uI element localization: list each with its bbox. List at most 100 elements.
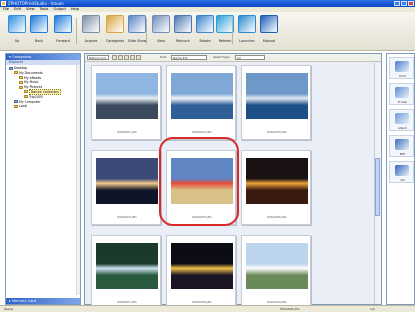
status-middle: IMG0005.JPG: [280, 307, 300, 311]
photo-thumbnail[interactable]: IMG0009.JPG: [241, 235, 311, 310]
photo-filename: IMG0007.JPG: [117, 300, 137, 304]
output-cd-button[interactable]: CD: [389, 161, 414, 183]
sort-select[interactable]: Name Ext: [171, 55, 207, 60]
photo-thumbnail[interactable]: IMG0007.JPG: [91, 235, 161, 310]
output-label: Album: [398, 126, 407, 130]
forward-button[interactable]: Forward: [52, 14, 74, 48]
rotate-button[interactable]: Rotate: [194, 14, 216, 48]
view-label: View: [156, 39, 166, 43]
folder-icon: [19, 85, 23, 89]
output-album-button[interactable]: Album: [389, 109, 414, 131]
output-email-button[interactable]: E-mail: [389, 83, 414, 105]
tree-item-label: Local: [19, 104, 28, 109]
view-medium-icon[interactable]: [118, 55, 123, 60]
launcher-icon: [238, 15, 256, 33]
photo-filename: IMG0001.JPG: [117, 130, 137, 134]
output-label: CD: [400, 178, 405, 182]
folder-icon: [14, 71, 18, 75]
photo-image: [246, 73, 308, 119]
photo-image: [171, 73, 233, 119]
tree-item-label: Desktop: [14, 66, 28, 70]
folder-field[interactable]: Nature Coll.: [87, 55, 109, 60]
acquire-label: Acquire: [84, 39, 98, 43]
categories-panel: ▾ Categories Explorer Desktop My Document…: [5, 53, 81, 305]
email-icon: [395, 87, 409, 98]
photo-thumbnail[interactable]: IMG0006.JPG: [241, 150, 311, 225]
tree-item-label: My Computer: [19, 99, 41, 104]
up-button[interactable]: Up: [6, 14, 28, 48]
title-bar: ZPHOTOPrintStudio - Intuon: [0, 0, 415, 7]
cd-icon: [395, 165, 409, 176]
toolbar: Up Back Forward Acquire Categories Slide Show…: [0, 12, 415, 51]
slide-show-button[interactable]: Slide Show: [126, 14, 148, 48]
categories-label: Categories: [105, 39, 125, 43]
back-label: Back: [34, 39, 44, 43]
toolbar-separator: [146, 18, 147, 44]
folder-tree: Desktop My Documents My eBooks My Music My P…: [6, 65, 80, 109]
close-button[interactable]: [408, 1, 414, 6]
memory-card-header[interactable]: ▸ Memory Card: [6, 298, 80, 304]
photo-thumbnail[interactable]: IMG0002.JPG: [166, 65, 236, 140]
computer-icon: [9, 66, 13, 70]
maximize-button[interactable]: [401, 1, 407, 6]
tree-scrollbar[interactable]: [76, 65, 80, 295]
output-label: Print: [399, 74, 406, 78]
help-question-icon: [260, 15, 278, 33]
view-small-icon[interactable]: [124, 55, 129, 60]
acquire-button[interactable]: Acquire: [80, 14, 102, 48]
rotate-label: Rotate: [199, 39, 211, 43]
scanner-icon: [82, 15, 100, 33]
view-details-icon[interactable]: [136, 55, 141, 60]
folder-icon: [19, 76, 23, 80]
status-left: Ready: [4, 307, 14, 311]
memory-card-label: Memory Card: [11, 299, 37, 303]
output-print-button[interactable]: Print: [389, 57, 414, 79]
categories-title: Categories: [11, 55, 32, 59]
photo-image: [96, 73, 158, 119]
thumbnail-scrollbar[interactable]: [374, 63, 381, 304]
photo-filename: IMG0006.JPG: [267, 215, 287, 219]
status-right: 1/9: [370, 307, 375, 311]
photo-image: [246, 158, 308, 204]
back-button[interactable]: Back: [28, 14, 50, 48]
scrollbar-thumb[interactable]: [375, 158, 380, 216]
retouch-label: Retouch: [176, 39, 190, 43]
manual-label: Manual: [262, 39, 276, 43]
view-list-icon[interactable]: [130, 55, 135, 60]
photo-filename: IMG0003.JPG: [267, 130, 287, 134]
select-type-label: Select type: [213, 55, 230, 59]
tree-item-label: My Music: [24, 80, 39, 85]
view-button[interactable]: View: [150, 14, 172, 48]
tree-item[interactable]: Local: [6, 104, 80, 109]
categories-button[interactable]: Categories: [104, 14, 126, 48]
view-large-icon[interactable]: [112, 55, 117, 60]
photo-filename: IMG0004.JPG: [117, 215, 137, 219]
folder-icon: [14, 104, 18, 108]
computer-icon: [14, 100, 18, 104]
output-panel: Print E-mail Album PDF CD: [386, 53, 415, 305]
select-type-dropdown[interactable]: All: [235, 55, 265, 60]
photo-thumbnail[interactable]: IMG0001.JPG: [91, 65, 161, 140]
launcher-button[interactable]: Launcher: [236, 14, 258, 48]
photo-image: [171, 243, 233, 289]
slideshow-icon: [128, 15, 146, 33]
back-arrow-icon: [30, 15, 48, 33]
forward-arrow-icon: [54, 15, 72, 33]
retouch-button[interactable]: Retouch: [172, 14, 194, 48]
categories-icon: [106, 15, 124, 33]
photo-image: [246, 243, 308, 289]
window-controls: [394, 1, 414, 6]
manual-button[interactable]: Manual: [258, 14, 280, 48]
minimize-button[interactable]: [394, 1, 400, 6]
print-icon: [395, 61, 409, 72]
pdf-icon: [395, 139, 409, 150]
selection-highlight-circle: [159, 137, 239, 226]
photo-thumbnail[interactable]: IMG0003.JPG: [241, 65, 311, 140]
photo-thumbnail[interactable]: IMG0004.JPG: [91, 150, 161, 225]
window-title: ZPHOTOPrintStudio - Intuon: [8, 1, 64, 6]
forward-label: Forward: [56, 39, 70, 43]
output-pdf-button[interactable]: PDF: [389, 135, 414, 157]
album-icon: [395, 113, 409, 124]
folder-icon: [24, 90, 28, 94]
photo-thumbnail[interactable]: IMG0008.JPG: [166, 235, 236, 310]
